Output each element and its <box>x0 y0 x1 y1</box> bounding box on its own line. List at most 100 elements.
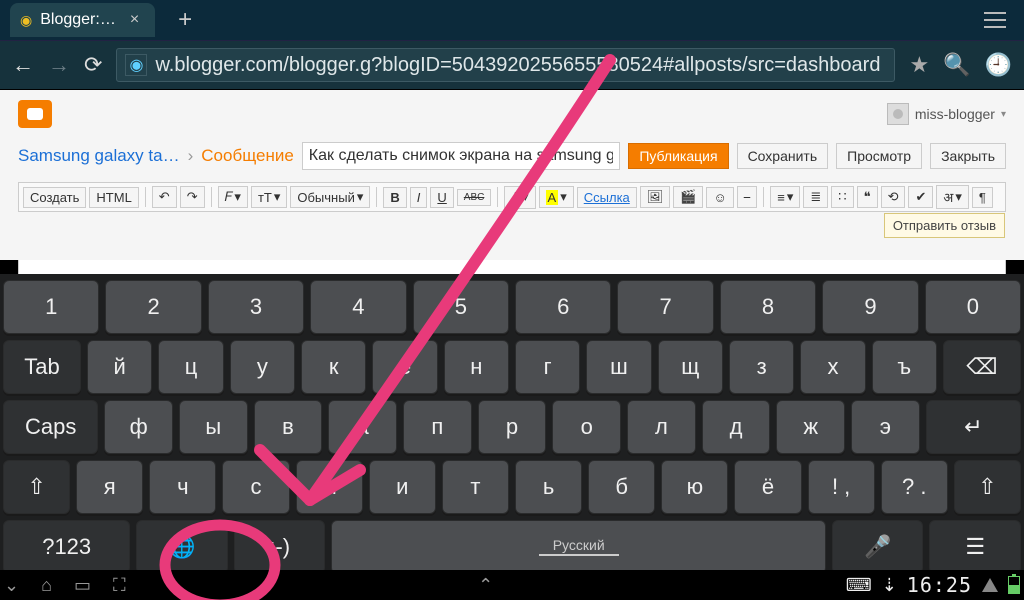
video-button[interactable]: 🎬 <box>673 186 703 208</box>
key-space[interactable]: Русский <box>331 520 825 574</box>
history-icon[interactable]: 🕘 <box>985 52 1012 78</box>
size-button[interactable]: тТ▾ <box>251 186 287 208</box>
key-2[interactable]: 2 <box>105 280 201 334</box>
key-х[interactable]: х <box>800 340 865 394</box>
nav-home-icon[interactable]: ⌂ <box>41 575 52 596</box>
key-о[interactable]: о <box>552 400 621 454</box>
publish-button[interactable]: Публикация <box>628 143 728 169</box>
redo-button[interactable]: ↷ <box>180 186 205 208</box>
text-color-button[interactable]: A▾ <box>504 186 535 209</box>
key-shift-left[interactable]: ⇧ <box>3 460 70 514</box>
key-ц[interactable]: ц <box>158 340 223 394</box>
key-ю[interactable]: ю <box>661 460 728 514</box>
key-3[interactable]: 3 <box>208 280 304 334</box>
key-л[interactable]: л <box>627 400 696 454</box>
key-у[interactable]: у <box>230 340 295 394</box>
align-button[interactable]: ≡▾ <box>770 186 800 208</box>
menu-icon[interactable] <box>984 12 1006 28</box>
link-button[interactable]: Ссылка <box>577 187 637 208</box>
key-shift-right[interactable]: ⇧ <box>954 460 1021 514</box>
feedback-tooltip[interactable]: Отправить отзыв <box>884 213 1005 238</box>
key-8[interactable]: 8 <box>720 280 816 334</box>
post-title-input[interactable] <box>302 142 621 170</box>
back-button[interactable]: ← <box>12 52 34 78</box>
key-г[interactable]: г <box>515 340 580 394</box>
strike-button[interactable]: ABC <box>457 189 492 206</box>
key-б[interactable]: б <box>588 460 655 514</box>
key-ж[interactable]: ж <box>776 400 845 454</box>
key-к[interactable]: к <box>301 340 366 394</box>
browser-tab[interactable]: ◉ Blogger:… × <box>10 3 155 37</box>
key-м[interactable]: м <box>296 460 363 514</box>
key-ё[interactable]: ё <box>734 460 801 514</box>
url-bar[interactable]: ◉ w.blogger.com/blogger.g?blogID=5043920… <box>116 48 895 82</box>
nav-screenshot-icon[interactable]: ⛶ <box>113 575 126 596</box>
blogger-logo-icon[interactable] <box>18 100 52 128</box>
key-1[interactable]: 1 <box>3 280 99 334</box>
key-options[interactable]: ☰ <box>929 520 1021 574</box>
font-button[interactable]: 𝐹▾ <box>218 186 248 208</box>
nav-up-icon[interactable]: ⌃ <box>478 575 493 596</box>
new-tab-button[interactable]: + <box>169 4 201 36</box>
html-mode-button[interactable]: HTML <box>89 187 138 208</box>
key-э[interactable]: э <box>851 400 920 454</box>
key-!,[interactable]: ! , <box>808 460 875 514</box>
key-mic[interactable]: 🎤 <box>832 520 924 574</box>
key-е[interactable]: е <box>372 340 437 394</box>
bold-button[interactable]: B <box>383 187 406 208</box>
key-д[interactable]: д <box>702 400 771 454</box>
key-tab[interactable]: Tab <box>3 340 81 394</box>
bulletlist-button[interactable]: ∷ <box>831 186 853 208</box>
key-backspace[interactable]: ⌫ <box>943 340 1021 394</box>
italic-button[interactable]: I <box>410 187 428 208</box>
key-ш[interactable]: ш <box>586 340 651 394</box>
key-а[interactable]: а <box>328 400 397 454</box>
key-в[interactable]: в <box>254 400 323 454</box>
clearfmt-button[interactable]: ⟲ <box>881 186 906 208</box>
quote-button[interactable]: ❝ <box>857 186 878 208</box>
key-symbols[interactable]: ?123 <box>3 520 130 574</box>
style-button[interactable]: Обычный▾ <box>290 186 370 208</box>
underline-button[interactable]: U <box>430 187 453 208</box>
key-т[interactable]: т <box>442 460 509 514</box>
key-6[interactable]: 6 <box>515 280 611 334</box>
key-4[interactable]: 4 <box>310 280 406 334</box>
key-lang[interactable]: 🌐 <box>136 520 228 574</box>
compose-mode-button[interactable]: Создать <box>23 187 86 208</box>
key-ч[interactable]: ч <box>149 460 216 514</box>
close-tab-icon[interactable]: × <box>124 11 145 29</box>
key-ь[interactable]: ь <box>515 460 582 514</box>
image-button[interactable]: 🖼 <box>640 186 671 208</box>
bg-color-button[interactable]: A▾ <box>539 186 574 208</box>
search-icon[interactable]: 🔍 <box>943 52 970 78</box>
key-щ[interactable]: щ <box>658 340 723 394</box>
close-button[interactable]: Закрыть <box>930 143 1006 169</box>
key-ъ[interactable]: ъ <box>872 340 937 394</box>
user-menu[interactable]: miss-blogger ▾ <box>887 103 1006 125</box>
nav-back-icon[interactable]: ⌄ <box>4 575 19 596</box>
forward-button[interactable]: → <box>48 52 70 78</box>
reload-button[interactable]: ⟳ <box>84 52 102 78</box>
nav-recent-icon[interactable]: ▭ <box>74 575 91 596</box>
rtl-button[interactable]: ¶ <box>972 187 993 208</box>
key-emoji[interactable]: :-) <box>234 520 326 574</box>
preview-button[interactable]: Просмотр <box>836 143 922 169</box>
bookmark-star-icon[interactable]: ★ <box>909 52 929 78</box>
numlist-button[interactable]: ≣ <box>803 186 828 208</box>
breadcrumb-blog[interactable]: Samsung galaxy ta… <box>18 146 180 166</box>
spell-button[interactable]: ✔ <box>908 186 933 208</box>
key-с[interactable]: с <box>222 460 289 514</box>
key-и[interactable]: и <box>369 460 436 514</box>
key-7[interactable]: 7 <box>617 280 713 334</box>
smile-button[interactable]: ☺ <box>706 187 733 208</box>
key-н[interactable]: н <box>444 340 509 394</box>
key-5[interactable]: 5 <box>413 280 509 334</box>
key-п[interactable]: п <box>403 400 472 454</box>
jump-break-button[interactable]: ⎯ <box>737 186 758 208</box>
key-ф[interactable]: ф <box>104 400 173 454</box>
undo-button[interactable]: ↶ <box>152 186 177 208</box>
key-0[interactable]: 0 <box>925 280 1021 334</box>
key-р[interactable]: р <box>478 400 547 454</box>
key-caps[interactable]: Caps <box>3 400 98 454</box>
key-ы[interactable]: ы <box>179 400 248 454</box>
